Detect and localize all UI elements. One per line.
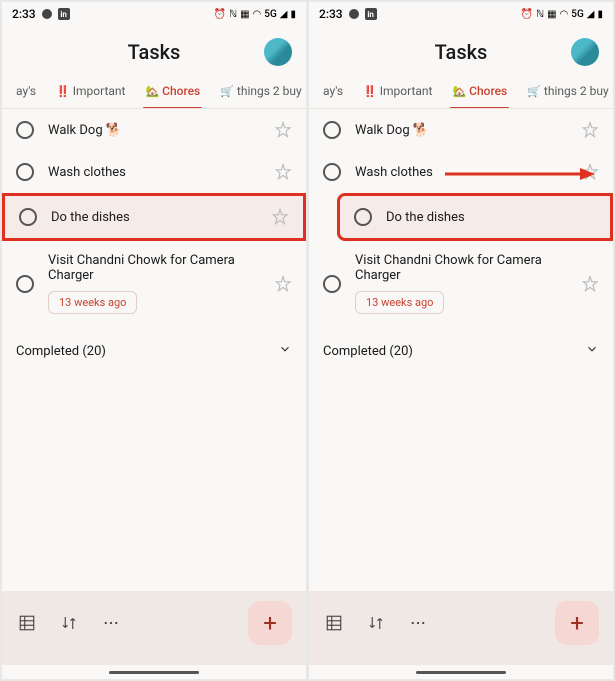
tab-important[interactable]: ‼️Important [46, 74, 135, 108]
tab-shopping[interactable]: 🛒things 2 buy [210, 74, 306, 108]
task-title: Walk Dog 🐕 [355, 123, 567, 138]
notification-dot [349, 9, 359, 19]
tab-partial[interactable]: ay's [6, 74, 46, 108]
task-radio[interactable] [19, 208, 37, 226]
task-row[interactable]: Wash clothes [2, 151, 306, 193]
linkedin-icon: in [58, 8, 70, 20]
completed-section[interactable]: Completed (20) [2, 326, 306, 376]
add-task-button[interactable]: + [248, 601, 292, 645]
sort-icon[interactable] [58, 612, 80, 634]
add-task-button[interactable]: + [555, 601, 599, 645]
status-icons: ⏰ℕ▦◠5G◢▮ [521, 9, 603, 20]
task-title: Do the dishes [51, 210, 257, 225]
tabs: ay's ‼️Important 🏡Chores 🛒things 2 buy [2, 74, 306, 109]
task-row-highlighted[interactable]: Do the dishes [2, 193, 306, 241]
task-row-highlighted[interactable]: Do the dishes [337, 193, 613, 241]
nav-bar [2, 665, 306, 679]
page-title: Tasks [435, 40, 488, 64]
star-icon[interactable] [581, 163, 599, 181]
chevron-down-icon [585, 342, 599, 360]
avatar[interactable] [264, 38, 292, 66]
nav-handle[interactable] [416, 671, 506, 674]
task-radio[interactable] [16, 121, 34, 139]
tab-chores[interactable]: 🏡Chores [135, 74, 210, 108]
nav-bar [309, 665, 613, 679]
task-row[interactable]: Walk Dog 🐕 [2, 109, 306, 151]
star-icon[interactable] [581, 121, 599, 139]
task-radio[interactable] [16, 163, 34, 181]
sort-icon[interactable] [365, 612, 387, 634]
tab-partial[interactable]: ay's [313, 74, 353, 108]
completed-section[interactable]: Completed (20) [309, 326, 613, 376]
date-chip: 13 weeks ago [355, 291, 444, 314]
tab-important[interactable]: ‼️Important [353, 74, 442, 108]
date-chip: 13 weeks ago [48, 291, 137, 314]
task-radio[interactable] [16, 275, 34, 293]
completed-label: Completed (20) [16, 344, 106, 359]
completed-label: Completed (20) [323, 344, 413, 359]
avatar[interactable] [571, 38, 599, 66]
more-icon[interactable] [100, 612, 122, 634]
status-bar: 2:33 in ⏰ℕ▦◠5G◢▮ [309, 2, 613, 26]
phone-left: 2:33 in ⏰ℕ▦◠5G◢▮ Tasks ay's ‼️Important … [2, 2, 306, 679]
header: Tasks [2, 26, 306, 74]
tab-chores[interactable]: 🏡Chores [442, 74, 517, 108]
more-icon[interactable] [407, 612, 429, 634]
task-row[interactable]: Wash clothes [309, 151, 613, 193]
task-title: Wash clothes [355, 165, 567, 180]
tabs: ay's ‼️Important 🏡Chores 🛒things 2 buy [309, 74, 613, 109]
task-title: Visit Chandni Chowk for Camera Charger [48, 253, 260, 283]
task-list[interactable]: Walk Dog 🐕 Wash clothes Do the dishes Vi… [2, 109, 306, 591]
star-icon[interactable] [274, 163, 292, 181]
star-icon[interactable] [271, 208, 289, 226]
nav-handle[interactable] [109, 671, 199, 674]
task-radio[interactable] [323, 275, 341, 293]
task-list[interactable]: Walk Dog 🐕 Wash clothes Do the dishes Vi… [309, 109, 613, 591]
status-bar: 2:33 in ⏰ℕ▦◠5G◢▮ [2, 2, 306, 26]
task-title: Visit Chandni Chowk for Camera Charger [355, 253, 567, 283]
bottom-bar: + [309, 591, 613, 665]
task-row[interactable]: Walk Dog 🐕 [309, 109, 613, 151]
list-view-icon[interactable] [323, 612, 345, 634]
task-row[interactable]: Visit Chandni Chowk for Camera Charger 1… [309, 241, 613, 326]
task-radio[interactable] [323, 121, 341, 139]
bottom-bar: + [2, 591, 306, 665]
phone-right: 2:33 in ⏰ℕ▦◠5G◢▮ Tasks ay's ‼️Important … [309, 2, 613, 679]
task-title: Walk Dog 🐕 [48, 123, 260, 138]
notification-dot [42, 9, 52, 19]
star-icon[interactable] [581, 275, 599, 293]
header: Tasks [309, 26, 613, 74]
status-time: 2:33 [319, 7, 343, 21]
chevron-down-icon [278, 342, 292, 360]
star-icon[interactable] [274, 275, 292, 293]
status-time: 2:33 [12, 7, 36, 21]
task-title: Do the dishes [386, 210, 596, 225]
tab-shopping[interactable]: 🛒things 2 buy [517, 74, 613, 108]
list-view-icon[interactable] [16, 612, 38, 634]
task-radio[interactable] [354, 208, 372, 226]
linkedin-icon: in [365, 8, 377, 20]
task-title: Wash clothes [48, 165, 260, 180]
task-row[interactable]: Visit Chandni Chowk for Camera Charger 1… [2, 241, 306, 326]
page-title: Tasks [128, 40, 181, 64]
star-icon[interactable] [274, 121, 292, 139]
status-icons: ⏰ℕ▦◠5G◢▮ [214, 9, 296, 20]
task-radio[interactable] [323, 163, 341, 181]
